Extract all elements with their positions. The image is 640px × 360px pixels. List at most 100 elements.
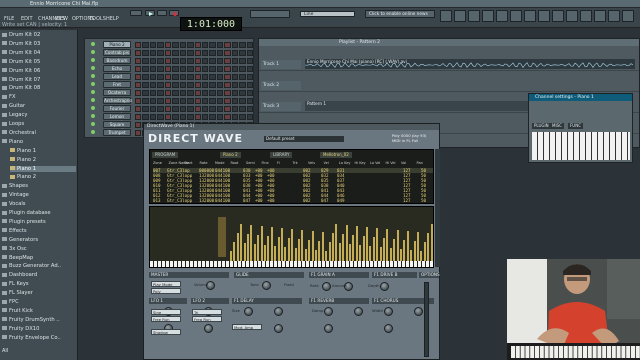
knob-control[interactable] [380, 282, 389, 291]
keymap-zone-bar[interactable] [243, 243, 246, 261]
keymap-zone-bar[interactable] [274, 246, 277, 261]
toolbar-shortcut-button[interactable] [594, 10, 606, 22]
step-button[interactable] [135, 130, 142, 136]
step-button[interactable] [164, 42, 172, 48]
step-button[interactable] [157, 82, 164, 88]
keymap-zone-bar[interactable] [349, 244, 351, 261]
control-field[interactable]: Free Run [151, 316, 181, 322]
keymap-zone-bar[interactable] [240, 224, 243, 261]
keymap-zone-bar[interactable] [277, 237, 280, 261]
step-button[interactable] [164, 106, 172, 112]
keymap-zone-bar[interactable] [281, 228, 283, 261]
step-button[interactable] [187, 74, 194, 80]
step-button[interactable] [157, 98, 164, 104]
toolbar-shortcut-button[interactable] [566, 10, 578, 22]
record-button[interactable] [169, 10, 179, 16]
knob-control[interactable] [204, 324, 213, 333]
step-button[interactable] [164, 114, 172, 120]
step-button[interactable] [164, 90, 172, 96]
step-button[interactable] [142, 42, 149, 48]
browser-item[interactable]: Piano 1 [10, 165, 76, 172]
step-button[interactable] [246, 106, 253, 112]
step-button[interactable] [231, 82, 239, 88]
step-button[interactable] [179, 66, 187, 72]
step-button[interactable] [149, 42, 157, 48]
pattern-song-toggle[interactable] [130, 10, 142, 16]
step-button[interactable] [209, 90, 216, 96]
channel-button[interactable]: Piano 2 [103, 41, 131, 48]
step-button[interactable] [194, 98, 201, 104]
keymap-zone-bar[interactable] [366, 227, 368, 261]
keymap-zone-bar[interactable] [396, 230, 399, 261]
step-button[interactable] [239, 42, 246, 48]
step-button[interactable] [135, 114, 142, 120]
keymap-zone-bar[interactable] [423, 242, 426, 261]
step-button[interactable] [142, 106, 149, 112]
knob-control[interactable] [384, 307, 393, 316]
keymap-zone-bar[interactable] [308, 240, 311, 261]
step-button[interactable] [239, 106, 246, 112]
keymap-zone-bar[interactable] [383, 238, 385, 261]
step-button[interactable] [157, 42, 164, 48]
step-button[interactable] [142, 82, 149, 88]
control-field[interactable]: Freq Run [192, 316, 222, 322]
step-button[interactable] [209, 106, 216, 112]
step-button[interactable] [209, 98, 216, 104]
step-button[interactable] [179, 42, 187, 48]
step-button[interactable] [142, 98, 149, 104]
step-button[interactable] [239, 114, 246, 120]
channel-step-row[interactable] [135, 50, 253, 56]
step-button[interactable] [149, 74, 157, 80]
toolbar-shortcut-button[interactable] [608, 10, 620, 22]
step-button[interactable] [135, 58, 142, 64]
keymap-zone-bar[interactable] [352, 235, 355, 261]
step-button[interactable] [135, 90, 142, 96]
playlist-track-name[interactable]: Track 1 [261, 60, 301, 69]
step-button[interactable] [246, 66, 253, 72]
keymap-zone-bar[interactable] [338, 243, 341, 261]
step-button[interactable] [209, 66, 216, 72]
step-button[interactable] [224, 82, 231, 88]
step-button[interactable] [179, 114, 187, 120]
browser-item[interactable]: Fruity DrumSynth .. [2, 317, 76, 323]
step-button[interactable] [231, 74, 239, 80]
control-field[interactable]: Shadow [151, 329, 181, 335]
step-button[interactable] [135, 82, 142, 88]
step-button[interactable] [142, 58, 149, 64]
keymap-zone-bar[interactable] [355, 226, 358, 261]
step-button[interactable] [172, 50, 179, 56]
browser-item[interactable]: Drum Kit 05 [2, 59, 76, 65]
step-button[interactable] [246, 42, 253, 48]
keymap-zone-bar[interactable] [386, 229, 389, 261]
step-button[interactable] [239, 82, 246, 88]
toolbar-shortcut-button[interactable] [482, 10, 494, 22]
channel-step-row[interactable] [135, 98, 253, 104]
tab-misc[interactable]: MISC [550, 123, 564, 129]
channel-mute-led[interactable] [91, 42, 95, 46]
fixed-checkbox-label[interactable]: Fixed [284, 282, 294, 287]
knob-control[interactable] [354, 307, 363, 316]
step-button[interactable] [149, 58, 157, 64]
keymap-zone-bar[interactable] [342, 234, 345, 261]
step-button[interactable] [194, 58, 201, 64]
step-button[interactable] [172, 114, 179, 120]
keymap-zone-bar[interactable] [345, 225, 348, 261]
step-button[interactable] [224, 50, 231, 56]
channel-step-row[interactable] [135, 106, 253, 112]
browser-item[interactable]: Plugin database [2, 210, 76, 216]
keymap-zone-bar[interactable] [247, 234, 249, 261]
step-button[interactable] [179, 90, 187, 96]
browser-item[interactable]: Loops [2, 121, 76, 127]
step-button[interactable] [224, 98, 231, 104]
step-button[interactable] [194, 106, 201, 112]
step-button[interactable] [231, 106, 239, 112]
knob-control[interactable] [384, 324, 393, 333]
step-button[interactable] [246, 50, 253, 56]
step-button[interactable] [164, 66, 172, 72]
knob-control[interactable] [274, 324, 283, 333]
keymap-zone-bar[interactable] [406, 231, 409, 261]
browser-item[interactable]: Legacy [2, 112, 76, 118]
step-button[interactable] [172, 106, 179, 112]
channel-mute-led[interactable] [91, 98, 95, 102]
channel-step-row[interactable] [135, 90, 253, 96]
